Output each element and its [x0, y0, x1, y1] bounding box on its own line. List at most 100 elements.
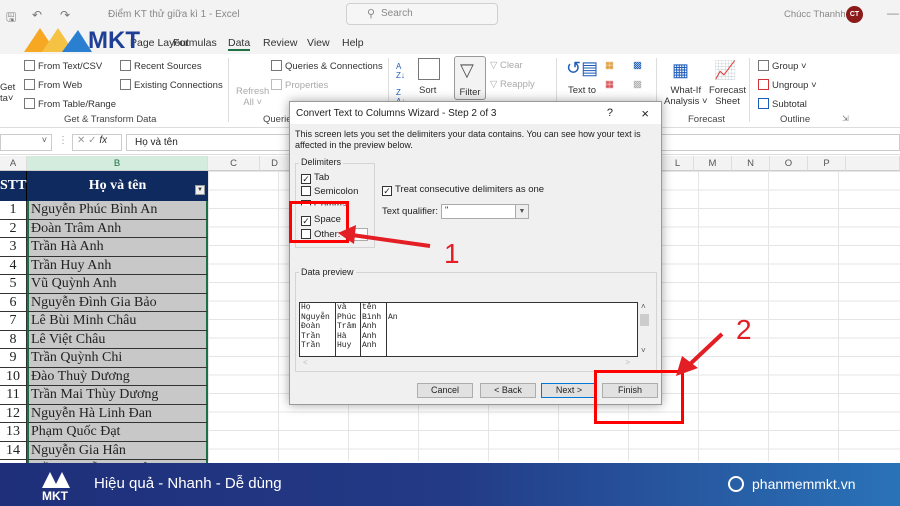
tab-view[interactable]: View	[307, 37, 330, 49]
table-row[interactable]: 10 Đào Thuỳ Dương	[0, 367, 208, 386]
row-name[interactable]: Đoàn Trâm Anh	[27, 219, 208, 238]
remove-duplicates-icon[interactable]: ▦	[605, 79, 614, 90]
row-stt[interactable]: 13	[0, 423, 27, 442]
table-row[interactable]: 14 Nguyễn Gia Hân	[0, 441, 208, 460]
table-row[interactable]: 11 Trần Mai Thùy Dương	[0, 386, 208, 405]
refresh-all-button[interactable]: Refresh All ˅	[236, 86, 269, 108]
preview-horizontal-scrollbar[interactable]: < >	[299, 358, 638, 367]
tab-review[interactable]: Review	[263, 37, 297, 49]
minimize-button[interactable]: —	[887, 6, 899, 20]
header-name[interactable]: Họ và tên ▼	[27, 171, 208, 201]
text-qualifier-select[interactable]: " ▼	[441, 204, 529, 219]
row-stt[interactable]: 14	[0, 441, 27, 460]
save-icon[interactable]: 🖫	[6, 8, 16, 29]
preview-column[interactable]: Họ Nguyễn Đoàn Trần Trần	[300, 303, 336, 356]
flash-fill-icon[interactable]: ▦	[605, 60, 614, 71]
preview-column[interactable]: An	[387, 303, 637, 356]
preview-column[interactable]: tên Bình Anh Anh Anh	[361, 303, 387, 356]
undo-icon[interactable]: ↶	[32, 8, 42, 22]
row-stt[interactable]: 11	[0, 386, 27, 405]
row-name[interactable]: Lê Bùi Minh Châu	[27, 312, 208, 331]
next-button[interactable]: Next >	[541, 383, 597, 398]
column-header-m[interactable]: M	[694, 156, 732, 171]
ungroup-button[interactable]: Ungroup ˅	[758, 79, 817, 91]
from-web-button[interactable]: From Web	[24, 79, 82, 91]
semicolon-checkbox[interactable]: Semicolon	[301, 186, 358, 197]
sort-button[interactable]: Sort	[419, 85, 436, 96]
name-box[interactable]: ˅	[0, 134, 52, 151]
table-row[interactable]: 1 Nguyễn Phúc Bình An	[0, 201, 208, 220]
cancel-button[interactable]: Cancel	[417, 383, 473, 398]
row-stt[interactable]: 2	[0, 219, 27, 238]
clear-button[interactable]: ▽ Clear	[490, 60, 523, 71]
enter-icon[interactable]: ✓	[88, 135, 96, 146]
row-stt[interactable]: 8	[0, 330, 27, 349]
text-to-columns-button[interactable]: Text to	[568, 85, 596, 96]
preview-column[interactable]: và Phúc Trâm Hà Huy	[336, 303, 361, 356]
table-row[interactable]: 12 Nguyễn Hà Linh Đan	[0, 404, 208, 423]
get-data-button[interactable]: Get ta˅	[0, 82, 15, 104]
row-stt[interactable]: 3	[0, 238, 27, 257]
cancel-icon[interactable]: ✕	[77, 135, 85, 146]
preview-vertical-scrollbar[interactable]: ˄ ˅	[639, 302, 651, 357]
column-header-c[interactable]: C	[208, 156, 260, 171]
consolidate-icon[interactable]: ▩	[633, 60, 642, 71]
tab-data[interactable]: Data	[228, 37, 251, 51]
scroll-up-icon[interactable]: ˄	[641, 302, 646, 311]
column-header-d[interactable]: D	[260, 156, 290, 171]
table-row[interactable]: 4 Trần Huy Anh	[0, 256, 208, 275]
row-stt[interactable]: 10	[0, 367, 27, 386]
row-name[interactable]: Nguyễn Phúc Bình An	[27, 201, 208, 220]
table-row[interactable]: 2 Đoàn Trâm Anh	[0, 219, 208, 238]
help-button[interactable]: ?	[607, 107, 613, 119]
row-stt[interactable]: 5	[0, 275, 27, 294]
row-stt[interactable]: 12	[0, 404, 27, 423]
tab-help[interactable]: Help	[342, 37, 364, 49]
scroll-right-icon[interactable]: >	[625, 358, 630, 367]
avatar[interactable]: CT	[846, 6, 863, 23]
sort-az-icon[interactable]: A Z↓	[396, 62, 405, 80]
table-row[interactable]: 6 Nguyễn Đình Gia Bảo	[0, 293, 208, 312]
filter-dropdown-icon[interactable]: ▼	[195, 185, 205, 195]
row-stt[interactable]: 4	[0, 256, 27, 275]
column-header-a[interactable]: A	[0, 156, 27, 171]
from-text-csv-button[interactable]: From Text/CSV	[24, 60, 102, 72]
forecast-sheet-button[interactable]: Forecast Sheet	[709, 85, 746, 107]
back-button[interactable]: < Back	[480, 383, 536, 398]
redo-icon[interactable]: ↷	[60, 8, 70, 22]
row-stt[interactable]: 1	[0, 201, 27, 220]
treat-consecutive-checkbox[interactable]: ✓ Treat consecutive delimiters as one	[382, 184, 544, 196]
table-row[interactable]: 9 Trần Quỳnh Chi	[0, 349, 208, 368]
row-name[interactable]: Trần Mai Thùy Dương	[27, 386, 208, 405]
close-button[interactable]: ×	[641, 106, 649, 121]
table-row[interactable]: 13 Phạm Quốc Đạt	[0, 423, 208, 442]
row-name[interactable]: Nguyễn Đình Gia Bảo	[27, 293, 208, 312]
search-box[interactable]: ⚲ Search	[346, 3, 498, 25]
row-name[interactable]: Trần Quỳnh Chi	[27, 349, 208, 368]
recent-sources-button[interactable]: Recent Sources	[120, 60, 202, 72]
row-name[interactable]: Vũ Quỳnh Anh	[27, 275, 208, 294]
from-table-range-button[interactable]: From Table/Range	[24, 98, 116, 110]
column-header-l[interactable]: L	[662, 156, 694, 171]
row-name[interactable]: Nguyễn Gia Hân	[27, 441, 208, 460]
reapply-button[interactable]: ▽ Reapply	[490, 79, 535, 90]
column-header-n[interactable]: N	[732, 156, 770, 171]
table-row[interactable]: 8 Lê Việt Châu	[0, 330, 208, 349]
column-header-p[interactable]: P	[808, 156, 846, 171]
table-row[interactable]: 3 Trần Hà Anh	[0, 238, 208, 257]
header-stt[interactable]: STT	[0, 171, 27, 201]
dialog-launcher-icon[interactable]: ⇲	[842, 114, 849, 123]
table-row[interactable]: 7 Lê Bùi Minh Châu	[0, 312, 208, 331]
row-name[interactable]: Nguyễn Hà Linh Đan	[27, 404, 208, 423]
row-stt[interactable]: 9	[0, 349, 27, 368]
properties-button[interactable]: Properties	[271, 79, 328, 91]
fx-icon[interactable]: fx	[99, 135, 107, 146]
tab-formulas[interactable]: Formulas	[173, 37, 217, 49]
table-row[interactable]: 5 Vũ Quỳnh Anh	[0, 275, 208, 294]
footer-website-link[interactable]: phanmemmkt.vn	[752, 476, 855, 492]
row-stt[interactable]: 6	[0, 293, 27, 312]
relationships-icon[interactable]: ▩	[633, 79, 642, 90]
column-header-q[interactable]	[846, 156, 900, 171]
what-if-analysis-button[interactable]: What-If Analysis ˅	[664, 85, 708, 107]
column-header-o[interactable]: O	[770, 156, 808, 171]
